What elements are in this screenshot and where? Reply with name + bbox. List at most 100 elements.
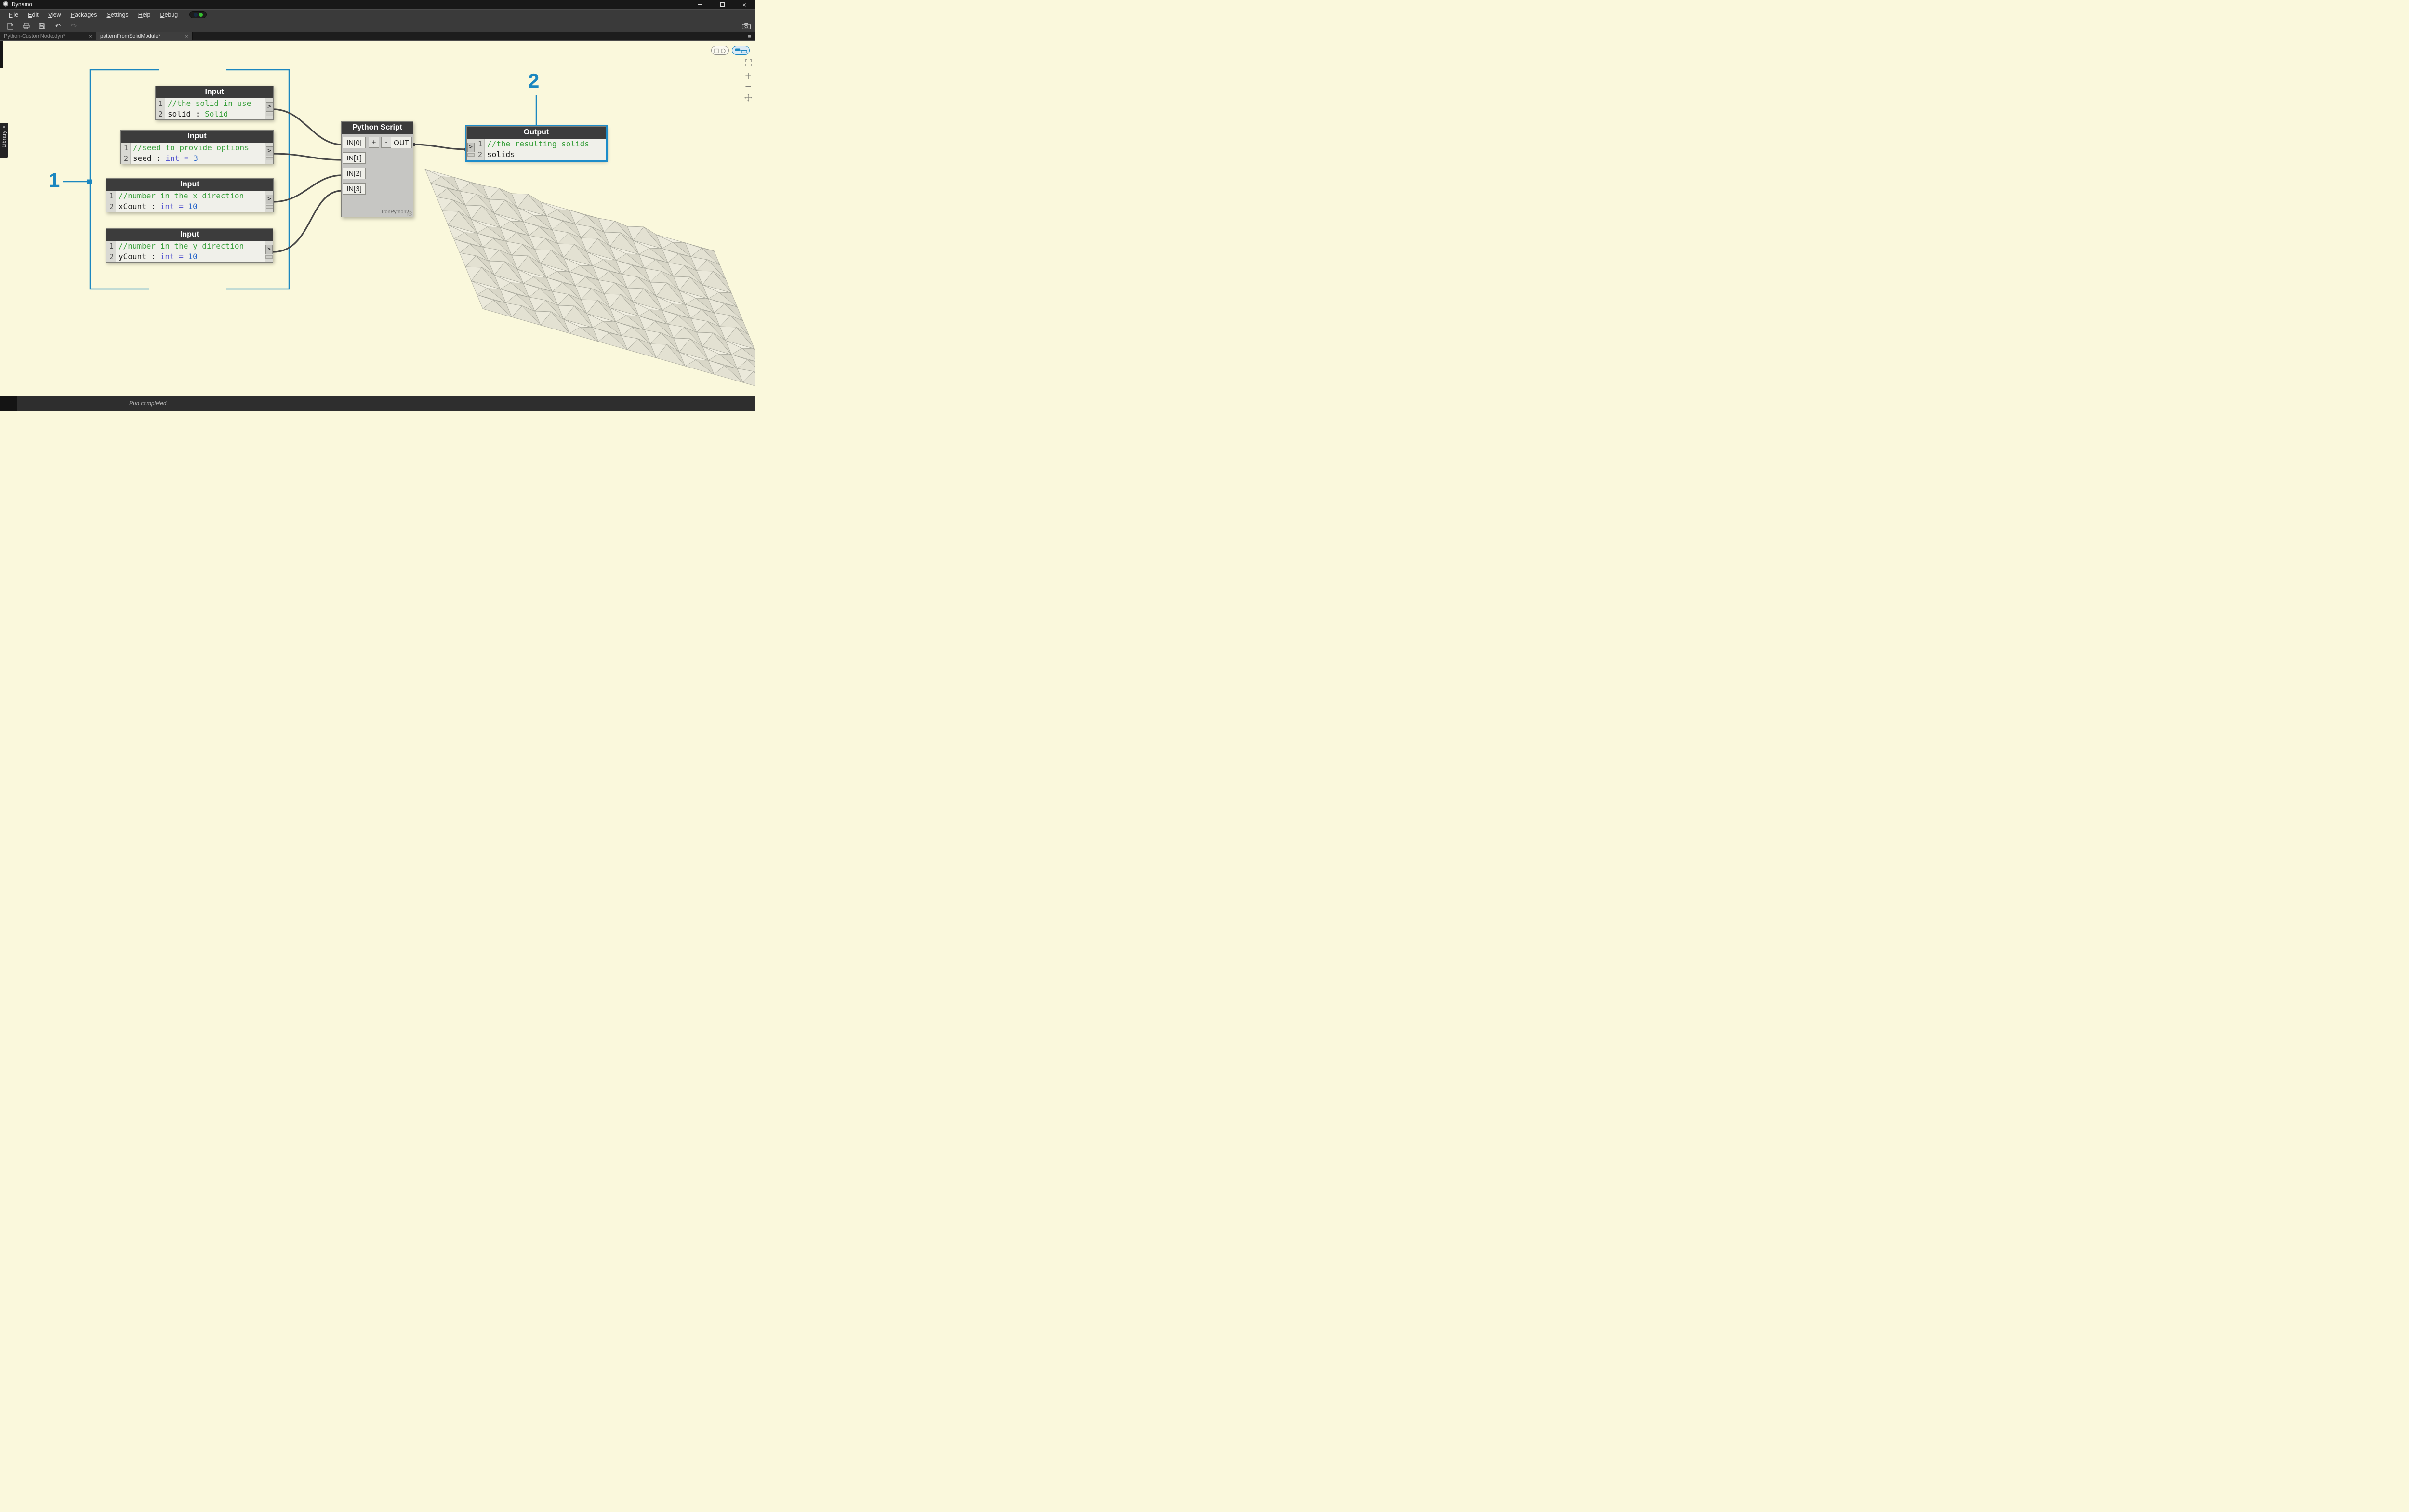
port-nub xyxy=(266,205,273,209)
menu-settings[interactable]: Settings xyxy=(102,11,133,19)
wire-input1-to-in0[interactable] xyxy=(273,109,342,145)
input-port-in3[interactable]: IN[3] xyxy=(343,183,366,195)
run-state-indicator[interactable] xyxy=(189,11,207,18)
input-port-in0[interactable]: IN[0] xyxy=(343,137,366,148)
dynamo-window: Dynamo × File Edit View Packages Setting… xyxy=(0,0,755,411)
node-title[interactable]: Input xyxy=(106,229,273,241)
input-node-xcount[interactable]: Input 1//number in the x direction 2xCou… xyxy=(106,178,274,212)
tab-close-icon[interactable]: × xyxy=(185,33,188,39)
python-script-node[interactable]: Python Script IN[0] IN[1] IN[2] IN[3] + … xyxy=(341,121,413,217)
menu-packages[interactable]: Packages xyxy=(66,11,102,19)
code-text: //number in the x direction xyxy=(116,191,244,201)
graph-view-toggle[interactable] xyxy=(732,46,750,55)
input-port[interactable]: > xyxy=(467,139,475,160)
pan-button[interactable] xyxy=(744,94,752,104)
zoom-in-button[interactable]: + xyxy=(744,73,752,79)
state-dot-dark-icon xyxy=(194,13,198,17)
code-text: //number in the y direction xyxy=(116,241,244,251)
code-text: //the resulting solids xyxy=(485,139,589,149)
zoom-fit-button[interactable] xyxy=(745,59,752,69)
tab-list-menu-icon[interactable]: ≡ xyxy=(743,32,755,40)
tab-close-icon[interactable]: × xyxy=(89,33,92,39)
redo-icon[interactable]: ↷ xyxy=(69,22,78,30)
input-node-solid[interactable]: Input 1//the solid in use 2solid : Solid… xyxy=(155,86,274,120)
port-nub xyxy=(467,153,475,157)
wire-out-to-output[interactable] xyxy=(413,145,465,149)
port-nub xyxy=(266,157,273,160)
output-port[interactable]: > xyxy=(265,241,273,262)
save-icon[interactable] xyxy=(38,22,46,30)
node-title[interactable]: Output xyxy=(467,127,606,139)
remove-input-button[interactable]: - xyxy=(381,137,392,148)
menu-help[interactable]: Help xyxy=(133,11,156,19)
input-port-in2[interactable]: IN[2] xyxy=(343,168,366,179)
tab-patternfromsolidmodule[interactable]: patternFromSolidModule* × xyxy=(96,32,193,40)
port-chevron[interactable]: > xyxy=(266,195,273,204)
menu-file[interactable]: File xyxy=(4,11,23,19)
menu-debug[interactable]: Debug xyxy=(155,11,183,19)
code-text: xCount : int = 10 xyxy=(116,201,198,212)
workspace-canvas[interactable]: 1 2 Input 1//the solid in use 2solid : S… xyxy=(0,40,755,396)
port-chevron[interactable]: > xyxy=(266,102,273,112)
zoom-out-button[interactable]: − xyxy=(744,83,752,90)
menu-view[interactable]: View xyxy=(43,11,66,19)
wire-input3-to-in2[interactable] xyxy=(273,175,342,202)
workspace-tabbar: Python-CustomNode.dyn* × patternFromSoli… xyxy=(0,32,755,40)
input-port-in1[interactable]: IN[1] xyxy=(343,152,366,164)
tab-label: patternFromSolidModule* xyxy=(100,33,160,39)
wire-input4-to-in3[interactable] xyxy=(273,191,342,252)
library-flyout-tab[interactable]: » Library xyxy=(0,123,8,158)
code-block-editor[interactable]: > 1//the resulting solids 2solids xyxy=(467,139,606,160)
library-label: Library xyxy=(1,131,7,148)
view-toggle-group xyxy=(711,46,750,55)
line-number: 2 xyxy=(106,201,116,212)
line-number: 1 xyxy=(121,143,131,153)
window-title: Dynamo xyxy=(12,2,32,8)
new-file-icon[interactable] xyxy=(6,22,14,30)
export-image-camera-icon[interactable] xyxy=(742,22,751,30)
node-title[interactable]: Input xyxy=(121,131,273,143)
geometry-view-toggle[interactable] xyxy=(711,46,729,55)
state-dot-green-icon xyxy=(199,13,203,17)
engine-label: IronPython2 xyxy=(382,209,409,215)
print-icon[interactable] xyxy=(22,22,30,30)
code-text: yCount : int = 10 xyxy=(116,251,198,262)
add-input-button[interactable]: + xyxy=(369,137,379,148)
zoom-control-group: + − xyxy=(744,59,752,104)
line-number: 2 xyxy=(121,153,131,164)
node-title[interactable]: Input xyxy=(156,86,273,98)
code-block-editor[interactable]: 1//seed to provide options 2seed : int =… xyxy=(121,143,273,164)
minimize-button[interactable] xyxy=(689,0,711,9)
group-label-1[interactable]: 1 xyxy=(49,170,60,190)
maximize-button[interactable] xyxy=(711,0,733,9)
node-title[interactable]: Python Script xyxy=(342,122,413,134)
output-node-solids[interactable]: Output > 1//the resulting solids 2solids xyxy=(466,126,606,160)
tab-python-customnode[interactable]: Python-CustomNode.dyn* × xyxy=(0,32,96,40)
port-chevron[interactable]: > xyxy=(266,146,273,156)
input-node-seed[interactable]: Input 1//seed to provide options 2seed :… xyxy=(120,130,274,164)
group-label-2[interactable]: 2 xyxy=(528,71,539,91)
close-button[interactable]: × xyxy=(733,0,755,9)
dynamo-logo-icon xyxy=(3,1,9,8)
port-chevron[interactable]: > xyxy=(467,143,475,152)
code-block-editor[interactable]: 1//number in the x direction 2xCount : i… xyxy=(106,191,273,212)
wire-input2-to-in1[interactable] xyxy=(273,154,342,160)
line-number: 1 xyxy=(106,241,116,251)
output-port[interactable]: > xyxy=(265,98,273,119)
port-chevron[interactable]: > xyxy=(265,245,273,254)
node-title[interactable]: Input xyxy=(106,179,273,191)
code-block-editor[interactable]: 1//number in the y direction 2yCount : i… xyxy=(106,241,273,262)
code-text: seed : int = 3 xyxy=(131,153,198,164)
code-text: //seed to provide options xyxy=(131,143,249,153)
line-number: 2 xyxy=(475,149,485,160)
output-port[interactable]: > xyxy=(265,191,273,212)
statusbar-corner-box xyxy=(0,396,17,411)
code-block-editor[interactable]: 1//the solid in use 2solid : Solid > xyxy=(156,98,273,119)
undo-icon[interactable]: ↶ xyxy=(53,22,62,30)
menu-edit[interactable]: Edit xyxy=(23,11,43,19)
output-port-out[interactable]: OUT xyxy=(391,137,412,148)
run-status-message: Run completed. xyxy=(129,401,168,407)
input-node-ycount[interactable]: Input 1//number in the y direction 2yCou… xyxy=(106,228,273,263)
output-port[interactable]: > xyxy=(265,143,273,164)
tab-label: Python-CustomNode.dyn* xyxy=(4,33,65,39)
